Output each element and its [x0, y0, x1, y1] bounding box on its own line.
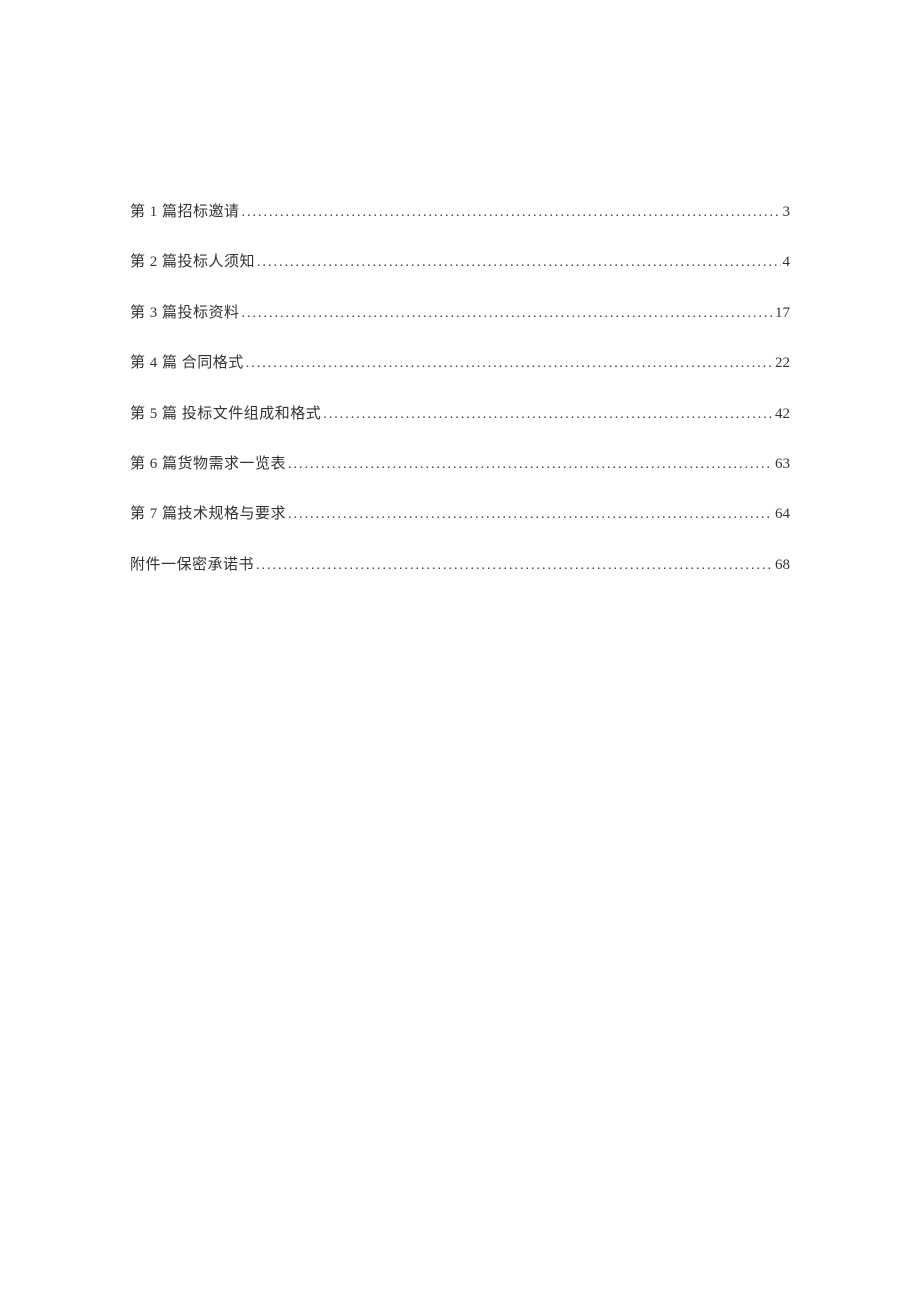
toc-entry: 附件一保密承诺书 68 — [130, 553, 790, 577]
toc-page-number: 17 — [775, 301, 790, 325]
toc-leader-dots — [242, 200, 781, 224]
toc-page-number: 22 — [775, 351, 790, 375]
toc-leader-dots — [323, 402, 773, 426]
toc-leader-dots — [288, 452, 773, 476]
toc-entry: 第 3 篇投标资料 17 — [130, 301, 790, 325]
toc-title: 第 1 篇招标邀请 — [130, 200, 240, 224]
document-page: 第 1 篇招标邀请 3 第 2 篇投标人须知 4 第 3 篇投标资料 17 第 … — [0, 0, 920, 577]
toc-page-number: 3 — [783, 200, 791, 224]
toc-page-number: 42 — [775, 402, 790, 426]
toc-leader-dots — [288, 502, 773, 526]
toc-entry: 第 1 篇招标邀请 3 — [130, 200, 790, 224]
toc-entry: 第 5 篇 投标文件组成和格式 42 — [130, 402, 790, 426]
toc-page-number: 64 — [775, 502, 790, 526]
toc-page-number: 4 — [783, 250, 791, 274]
toc-entry: 第 4 篇 合同格式 22 — [130, 351, 790, 375]
toc-entry: 第 7 篇技术规格与要求 64 — [130, 502, 790, 526]
toc-title: 第 7 篇技术规格与要求 — [130, 502, 286, 526]
toc-leader-dots — [246, 351, 773, 375]
toc-title: 第 6 篇货物需求一览表 — [130, 452, 286, 476]
toc-page-number: 68 — [775, 553, 790, 577]
toc-entry: 第 6 篇货物需求一览表 63 — [130, 452, 790, 476]
toc-leader-dots — [242, 301, 773, 325]
toc-entry: 第 2 篇投标人须知 4 — [130, 250, 790, 274]
toc-leader-dots — [257, 250, 780, 274]
toc-title: 附件一保密承诺书 — [130, 553, 254, 577]
toc-title: 第 5 篇 投标文件组成和格式 — [130, 402, 321, 426]
toc-title: 第 4 篇 合同格式 — [130, 351, 244, 375]
toc-title: 第 3 篇投标资料 — [130, 301, 240, 325]
toc-page-number: 63 — [775, 452, 790, 476]
toc-leader-dots — [256, 553, 773, 577]
toc-title: 第 2 篇投标人须知 — [130, 250, 255, 274]
